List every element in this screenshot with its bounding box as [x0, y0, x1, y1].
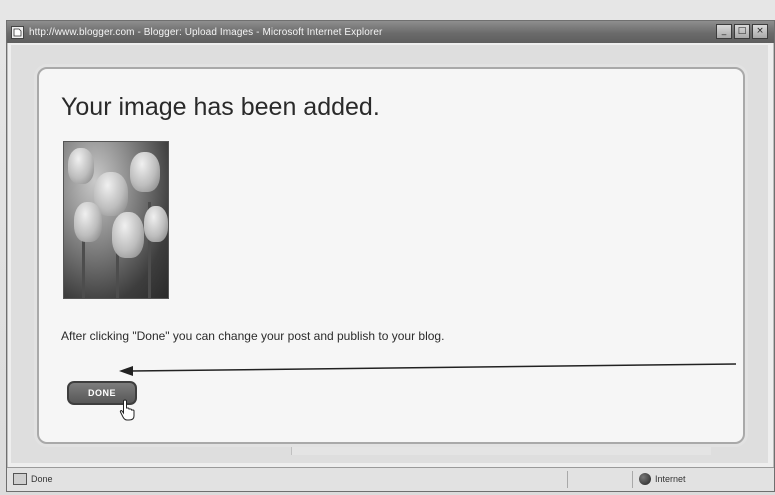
title-bar: http://www.blogger.com - Blogger: Upload… [7, 21, 774, 43]
close-icon[interactable]: × [752, 24, 768, 39]
minimize-icon[interactable]: _ [716, 24, 732, 39]
zone-text: Internet [655, 474, 686, 484]
browser-window: http://www.blogger.com - Blogger: Upload… [6, 20, 775, 492]
window-title: http://www.blogger.com - Blogger: Upload… [29, 26, 383, 38]
window-controls: _ □ × [716, 24, 768, 39]
internet-globe-icon [639, 473, 651, 485]
status-divider [632, 471, 633, 488]
page-title: Your image has been added. [61, 93, 380, 121]
security-zone: Internet [639, 473, 686, 485]
ie-page-icon [11, 25, 24, 39]
confirmation-message: After clicking "Done" you can change you… [61, 329, 445, 343]
status-bar: Done Internet [7, 467, 774, 491]
status-divider [567, 471, 568, 488]
status-left: Done [13, 473, 53, 485]
status-text: Done [31, 474, 53, 484]
uploaded-image-thumbnail[interactable] [63, 141, 169, 299]
callout-arrow [119, 363, 737, 376]
page-done-icon [13, 473, 27, 485]
page-content: Your image has been added. After clickin… [11, 45, 768, 463]
hand-pointer-icon [119, 399, 135, 421]
maximize-icon[interactable]: □ [734, 24, 750, 39]
